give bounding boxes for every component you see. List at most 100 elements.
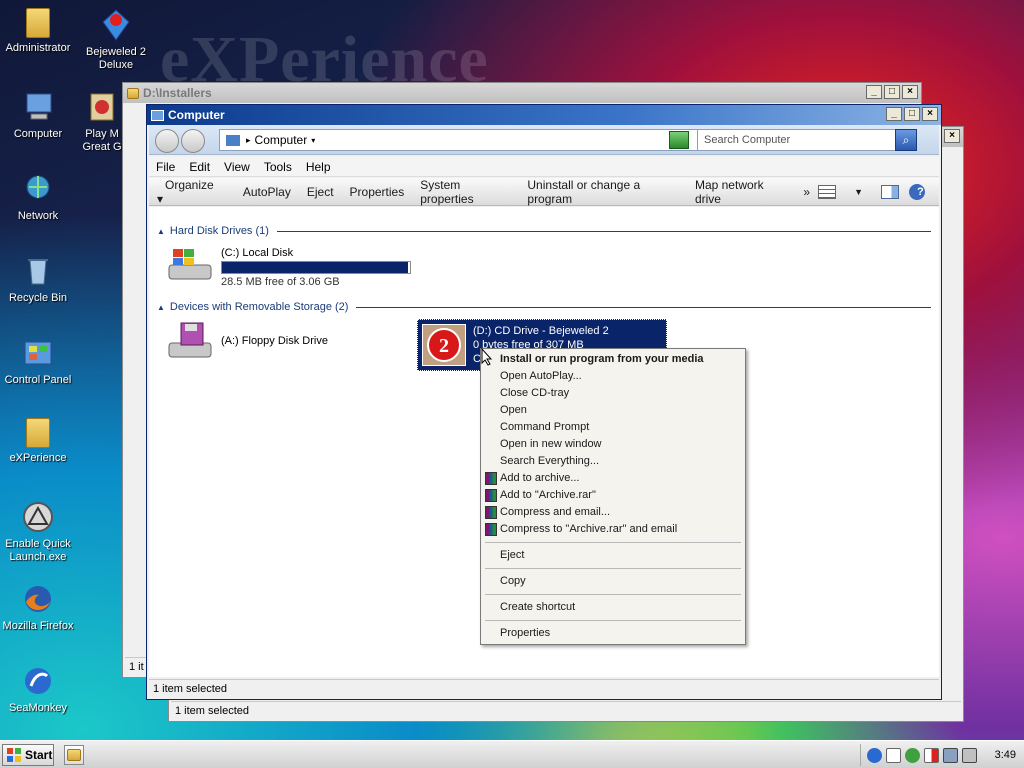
system-properties-button[interactable]: System properties (412, 178, 519, 206)
folder-icon (26, 418, 50, 448)
desktop-icon-bejeweled[interactable]: Bejeweled 2 Deluxe (74, 8, 158, 72)
desktop-icon-seamonkey[interactable]: SeaMonkey (0, 664, 80, 715)
flag-tray-icon[interactable] (923, 747, 939, 763)
close-button[interactable]: × (902, 85, 918, 99)
desktop-icon-computer[interactable]: Computer (0, 90, 80, 141)
network-icon (21, 172, 55, 206)
close-button[interactable]: × (944, 129, 960, 143)
forward-button[interactable] (181, 129, 205, 153)
menu-separator (485, 620, 741, 621)
close-button[interactable]: × (922, 107, 938, 121)
menu-compress-rar-email[interactable]: Compress to "Archive.rar" and email (483, 521, 743, 538)
recycle-bin-icon (21, 254, 55, 288)
menu-separator (485, 594, 741, 595)
floppy-disk-icon (168, 322, 212, 358)
menu-open[interactable]: Open (483, 402, 743, 419)
control-panel-icon (21, 336, 55, 370)
map-network-drive-button[interactable]: Map network drive (687, 178, 795, 206)
chevron-down-icon[interactable]: ▼ (846, 187, 871, 197)
menu-close-cd-tray[interactable]: Close CD-tray (483, 385, 743, 402)
eject-button[interactable]: Eject (299, 185, 342, 199)
winrar-icon (485, 506, 497, 519)
menu-copy[interactable]: Copy (483, 573, 743, 590)
svg-text:2: 2 (439, 335, 449, 357)
desktop-icon-control-panel[interactable]: Control Panel (0, 336, 80, 387)
menu-file[interactable]: File (149, 160, 182, 174)
document-tray-icon[interactable] (885, 747, 901, 763)
computer-icon (226, 134, 240, 146)
preview-pane-icon[interactable] (881, 184, 899, 199)
computer-icon (151, 109, 164, 121)
desktop-icon-administrator[interactable]: Administrator (0, 8, 80, 55)
address-bar: ▸ Computer ▾ ▼ Search Computer ⌕ (149, 125, 939, 155)
winrar-icon (485, 523, 497, 536)
menu-separator (485, 568, 741, 569)
menu-edit[interactable]: Edit (182, 160, 217, 174)
local-disk-free: 28.5 MB free of 3.06 GB (221, 276, 340, 288)
menu-eject[interactable]: Eject (483, 547, 743, 564)
collapse-icon[interactable]: ▲ (157, 227, 165, 236)
search-input[interactable]: Search Computer ⌕ (697, 129, 917, 151)
local-disk-item[interactable]: (C:) Local Disk 28.5 MB free of 3.06 GB (165, 245, 411, 288)
mouse-cursor-icon (481, 348, 493, 366)
address-text: Computer (254, 133, 308, 147)
menu-add-to-archive-rar[interactable]: Add to "Archive.rar" (483, 487, 743, 504)
properties-button[interactable]: Properties (342, 185, 413, 199)
autoplay-button[interactable]: AutoPlay (235, 185, 299, 199)
menu-open-autoplay[interactable]: Open AutoPlay... (483, 368, 743, 385)
desktop-icon-recycle-bin[interactable]: Recycle Bin (0, 254, 80, 305)
windows-logo-icon (7, 748, 21, 762)
chevron-right-icon: ▸ (246, 134, 251, 145)
computer-titlebar[interactable]: Computer (147, 105, 941, 125)
cd-drive-name: (D:) CD Drive - Bejeweled 2 (473, 325, 609, 337)
desktop-icon-network[interactable]: Network (0, 172, 80, 223)
menu-compress-email[interactable]: Compress and email... (483, 504, 743, 521)
floppy-drive-item[interactable]: (A:) Floppy Disk Drive (165, 321, 328, 361)
network-tray-icon[interactable] (942, 747, 958, 763)
desktop-icon-firefox[interactable]: Mozilla Firefox (0, 582, 80, 633)
menu-tools[interactable]: Tools (257, 160, 299, 174)
refresh-icon[interactable] (669, 131, 689, 149)
views-icon[interactable] (818, 184, 837, 199)
command-bar: Organize ▾ AutoPlay Eject Properties Sys… (149, 178, 939, 206)
floppy-drive-name: (A:) Floppy Disk Drive (221, 335, 328, 347)
menu-create-shortcut[interactable]: Create shortcut (483, 599, 743, 616)
start-button[interactable]: Start (2, 744, 54, 766)
folder-icon (127, 87, 139, 99)
seamonkey-tray-icon[interactable] (866, 747, 882, 763)
back-button[interactable] (155, 129, 179, 153)
folder-user-icon (26, 8, 50, 38)
desktop-icon-experience[interactable]: eXPerience (0, 418, 80, 465)
address-box[interactable]: ▸ Computer ▾ ▼ (219, 129, 731, 151)
bejeweled-cd-icon: 2 (422, 324, 466, 366)
minimize-button[interactable]: _ (866, 85, 882, 99)
volume-tray-icon[interactable] (961, 747, 977, 763)
quick-launch-folder[interactable] (64, 745, 84, 765)
menu-search-everything[interactable]: Search Everything... (483, 453, 743, 470)
maximize-button[interactable]: □ (904, 107, 920, 121)
collapse-icon[interactable]: ▲ (157, 303, 165, 312)
group-removable-storage[interactable]: ▲ Devices with Removable Storage (2) (157, 301, 931, 313)
menu-view[interactable]: View (217, 160, 257, 174)
more-commands-button[interactable]: » (795, 185, 818, 199)
maximize-button[interactable]: □ (884, 85, 900, 99)
menu-install-run[interactable]: Install or run program from your media (483, 351, 743, 368)
local-disk-name: (C:) Local Disk (221, 247, 294, 259)
security-tray-icon[interactable] (904, 747, 920, 763)
search-icon[interactable]: ⌕ (895, 129, 917, 151)
menu-command-prompt[interactable]: Command Prompt (483, 419, 743, 436)
group-hard-disk-drives[interactable]: ▲ Hard Disk Drives (1) (157, 225, 931, 237)
menu-properties[interactable]: Properties (483, 625, 743, 642)
desktop-icon-quick-launch[interactable]: Enable Quick Launch.exe (0, 500, 80, 564)
disk-usage-fill (222, 262, 409, 273)
organize-button[interactable]: Organize ▾ (149, 178, 235, 206)
context-menu: Install or run program from your media O… (480, 348, 746, 645)
help-icon[interactable]: ? (909, 183, 925, 200)
menu-open-new-window[interactable]: Open in new window (483, 436, 743, 453)
menu-help[interactable]: Help (299, 160, 338, 174)
clock[interactable]: 3:49 (995, 749, 1016, 761)
uninstall-button[interactable]: Uninstall or change a program (519, 178, 687, 206)
menu-add-to-archive[interactable]: Add to archive... (483, 470, 743, 487)
installers-titlebar[interactable]: D:\Installers (123, 83, 921, 103)
minimize-button[interactable]: _ (886, 107, 902, 121)
